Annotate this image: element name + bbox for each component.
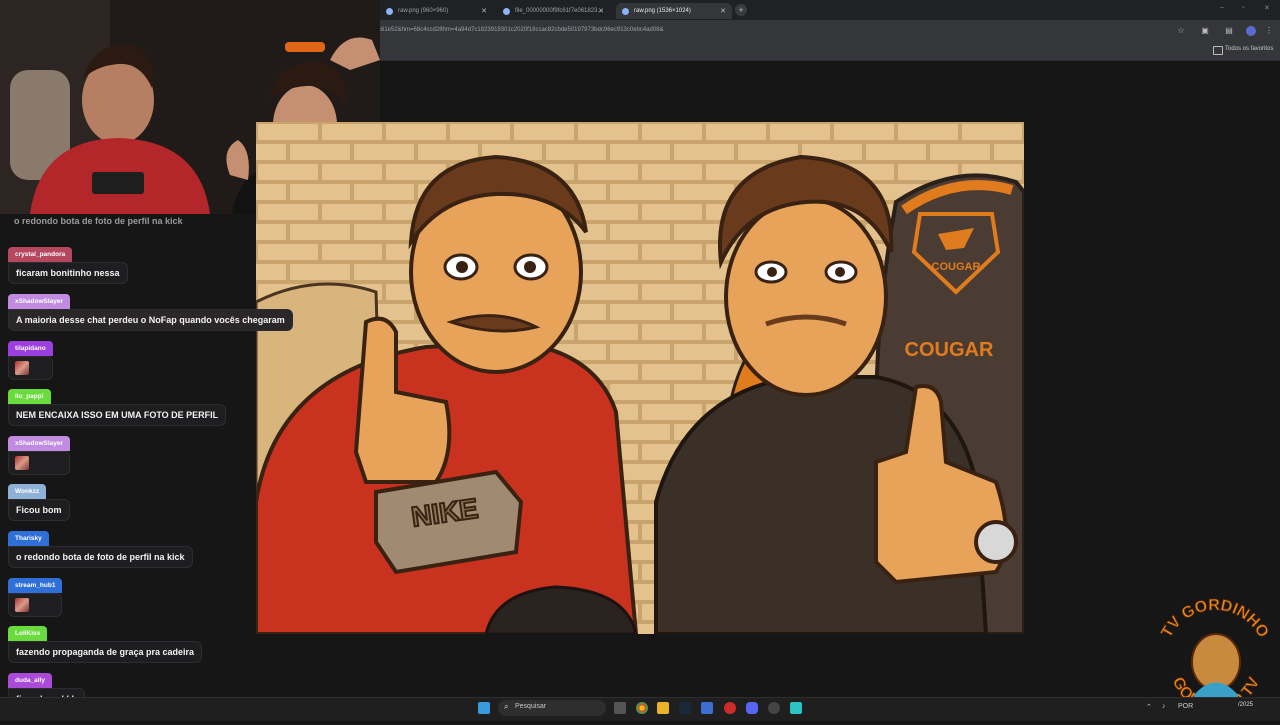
chat-message: LoliKiss fazendo propaganda de graça pra…	[8, 622, 203, 663]
chat-message-text: NEM ENCAIXA ISSO EM UMA FOTO DE PERFIL	[8, 404, 227, 426]
chat-message-text: o redondo bota de foto de perfil na kick	[8, 546, 193, 568]
tab-label: raw.png (1536×1024)	[634, 8, 691, 14]
chat-message: tilapidano	[8, 337, 53, 380]
tab-file[interactable]: file_00000000f9fc61f7e061823… ✕	[497, 3, 610, 19]
chat-message-text: A maioria desse chat perdeu o NoFap quan…	[8, 309, 293, 331]
chat-message-emote-bubble	[8, 356, 53, 380]
chevron-up-icon[interactable]: ⌃	[1146, 703, 1152, 711]
all-bookmarks-link[interactable]: Todos os favoritos	[1225, 46, 1273, 52]
url-field[interactable]: c61e52&hm=68c4ccd28hm=4a94d7c1823919301c…	[378, 27, 664, 33]
generated-cartoon-image: COUGAR COUGAR NIKE	[256, 122, 1024, 634]
tab-raw-png-960[interactable]: raw.png (960×960) ✕	[380, 3, 493, 19]
search-icon: ⌕	[504, 702, 509, 711]
close-icon[interactable]: ✕	[481, 7, 487, 15]
chat-message-emote-bubble	[8, 593, 63, 617]
chat-username[interactable]: Tharisky	[8, 531, 49, 546]
new-tab-button[interactable]: +	[735, 4, 747, 16]
chat-message: stream_hub1	[8, 574, 63, 617]
system-clock[interactable]: /2025	[1238, 702, 1253, 709]
chat-username[interactable]: xShadowSlayer	[8, 294, 71, 309]
chat-message-text: fazendo propaganda de graça pra cadeira	[8, 641, 203, 663]
chat-username[interactable]: Wonkzz	[8, 484, 47, 499]
chat-message: Tharisky o redondo bota de foto de perfi…	[8, 527, 193, 568]
sidebar-icon[interactable]: ▤	[1224, 26, 1234, 36]
chat-message: xShadowSlayer A maioria desse chat perde…	[8, 290, 293, 331]
emote-icon	[15, 361, 29, 375]
globe-icon	[622, 7, 629, 15]
emote-icon	[15, 456, 29, 470]
minimize-button[interactable]: –	[1220, 4, 1224, 11]
close-icon[interactable]: ✕	[598, 7, 604, 15]
language-indicator[interactable]: POR	[1178, 703, 1193, 710]
chair-logo-label: COUGAR	[932, 261, 981, 273]
chat-message: Wonkzz Ficou bom	[8, 480, 70, 521]
emote-icon	[15, 598, 29, 612]
chat-username[interactable]: ilo_pappi	[8, 389, 51, 404]
chat-message-emote-bubble	[8, 451, 71, 475]
globe-icon	[503, 7, 510, 15]
extensions-icon[interactable]: ▣	[1200, 26, 1210, 36]
globe-icon	[386, 7, 393, 15]
profile-avatar[interactable]	[1246, 26, 1256, 36]
chrome-icon[interactable]	[636, 702, 648, 714]
volume-icon[interactable]: ♪	[1162, 703, 1166, 710]
chat-username[interactable]: xShadowSlayer	[8, 436, 71, 451]
app-icon[interactable]	[701, 702, 713, 714]
tab-raw-png-1536[interactable]: raw.png (1536×1024) ✕	[616, 3, 732, 19]
chat-username[interactable]: stream_hub1	[8, 578, 63, 593]
star-icon[interactable]: ☆	[1176, 26, 1186, 36]
obs-icon[interactable]	[768, 702, 780, 714]
chat-message-text: ficaram bonitinho nessa	[8, 262, 128, 284]
recorder-icon[interactable]	[724, 702, 736, 714]
chair-brand-label: COUGAR	[905, 339, 994, 361]
chat-username[interactable]: LoliKiss	[8, 626, 48, 641]
tab-label: file_00000000f9fc61f7e061823…	[515, 8, 604, 14]
maximize-button[interactable]: ▫	[1242, 4, 1244, 11]
chat-username[interactable]: crystal_pandora	[8, 247, 73, 262]
chat-overflow-message: o redondo bota de foto de perfil na kick	[14, 216, 183, 226]
chat-username[interactable]: duda_ally	[8, 673, 52, 688]
tab-label: raw.png (960×960)	[398, 8, 449, 14]
chat-username[interactable]: tilapidano	[8, 341, 53, 356]
file-explorer-icon[interactable]	[657, 702, 669, 714]
app-icon-2[interactable]	[790, 702, 802, 714]
close-window-button[interactable]: ✕	[1264, 4, 1270, 12]
folder-icon	[1213, 46, 1223, 55]
chat-message: ilo_pappi NEM ENCAIXA ISSO EM UMA FOTO D…	[8, 385, 227, 426]
chat-message: xShadowSlayer	[8, 432, 71, 475]
start-windows-icon[interactable]	[478, 702, 490, 714]
close-icon[interactable]: ✕	[720, 7, 726, 15]
taskbar-search-placeholder: Pesquisar	[515, 703, 547, 710]
clock-date: /2025	[1238, 702, 1254, 708]
task-view-icon[interactable]	[614, 702, 626, 714]
discord-icon[interactable]	[746, 702, 758, 714]
chat-message: crystal_pandora ficaram bonitinho nessa	[8, 243, 128, 284]
menu-icon[interactable]: ⋮	[1264, 26, 1274, 36]
steam-icon[interactable]	[679, 702, 691, 714]
chat-message-text: Ficou bom	[8, 499, 70, 521]
